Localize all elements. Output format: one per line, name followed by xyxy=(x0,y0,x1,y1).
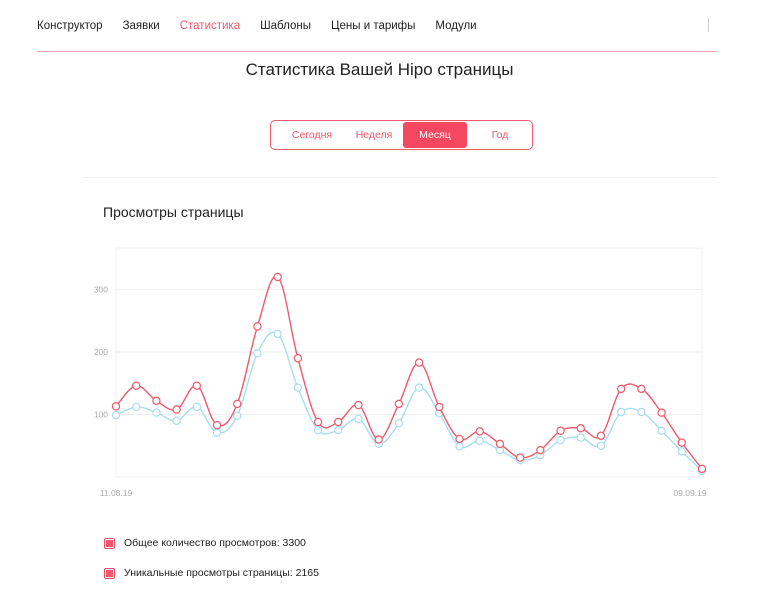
point-total[interactable] xyxy=(212,420,222,430)
nav-item-templates[interactable]: Шаблоны xyxy=(260,20,311,32)
tab-month[interactable]: Месяц xyxy=(403,122,467,148)
legend-total-swatch[interactable] xyxy=(104,537,115,549)
point-total[interactable] xyxy=(334,417,343,427)
nav-item-constructor[interactable]: Конструктор xyxy=(37,20,103,32)
nav-divider xyxy=(708,18,709,32)
top-nav: Конструктор Заявки Статистика Шаблоны Це… xyxy=(37,0,717,52)
point-unique[interactable] xyxy=(677,447,686,456)
point-total[interactable] xyxy=(677,438,686,447)
point-total[interactable] xyxy=(495,439,505,449)
period-tabs: Сегодня Неделя Месяц Год xyxy=(270,120,533,150)
point-total[interactable] xyxy=(273,272,282,282)
legend-unique-label: Уникальные просмотры страницы: 2165 xyxy=(124,567,319,579)
nav-item-requests[interactable]: Заявки xyxy=(123,20,160,32)
point-unique[interactable] xyxy=(596,441,606,450)
series-line-unique xyxy=(115,331,703,472)
point-unique[interactable] xyxy=(293,383,303,392)
nav-underline xyxy=(37,51,717,52)
point-total[interactable] xyxy=(475,427,484,436)
point-unique[interactable] xyxy=(354,414,363,424)
point-total[interactable] xyxy=(616,384,626,394)
point-total[interactable] xyxy=(374,435,383,444)
legend-total-label: Общее количество просмотров: 3300 xyxy=(124,537,306,549)
nav-item-pricing[interactable]: Цены и тарифы xyxy=(331,20,415,32)
point-unique[interactable] xyxy=(132,402,141,412)
point-total[interactable] xyxy=(192,381,202,390)
legend-unique-swatch[interactable] xyxy=(104,567,115,579)
point-total[interactable] xyxy=(455,434,464,444)
point-unique[interactable] xyxy=(616,407,626,417)
point-total[interactable] xyxy=(435,402,444,412)
point-total[interactable] xyxy=(576,424,585,433)
point-total[interactable] xyxy=(414,358,424,367)
point-unique[interactable] xyxy=(475,436,484,445)
y-tick-label: 200 xyxy=(94,347,108,357)
point-total[interactable] xyxy=(637,384,646,394)
page-views-chart: 100 200 300 11.08.19 09.09.19 xyxy=(94,247,707,498)
point-total[interactable] xyxy=(354,400,363,410)
point-unique[interactable] xyxy=(394,419,404,428)
tab-year[interactable]: Год xyxy=(467,121,533,149)
point-total[interactable] xyxy=(596,431,606,440)
point-unique[interactable] xyxy=(172,416,181,425)
point-unique[interactable] xyxy=(576,433,585,442)
point-total[interactable] xyxy=(313,417,323,427)
section-divider xyxy=(82,177,716,178)
tab-week[interactable]: Неделя xyxy=(341,121,407,149)
tab-today[interactable]: Сегодня xyxy=(279,121,345,149)
point-unique[interactable] xyxy=(253,349,262,358)
point-total[interactable] xyxy=(152,396,161,405)
point-unique[interactable] xyxy=(657,426,666,435)
point-unique[interactable] xyxy=(414,383,424,392)
point-unique[interactable] xyxy=(273,329,282,339)
point-total[interactable] xyxy=(172,405,181,414)
point-unique[interactable] xyxy=(212,428,222,437)
legend-total: Общее количество просмотров: 3300 xyxy=(104,537,306,549)
x-end-label: 09.09.19 xyxy=(673,488,706,498)
point-total[interactable] xyxy=(657,408,666,417)
point-unique[interactable] xyxy=(111,410,121,420)
point-total[interactable] xyxy=(515,453,525,462)
point-total[interactable] xyxy=(233,399,242,409)
point-total[interactable] xyxy=(111,402,121,411)
y-tick-label: 100 xyxy=(94,410,108,420)
point-total[interactable] xyxy=(293,354,303,363)
point-unique[interactable] xyxy=(152,408,161,417)
point-unique[interactable] xyxy=(313,425,323,435)
legend-unique: Уникальные просмотры страницы: 2165 xyxy=(104,567,319,579)
point-unique[interactable] xyxy=(556,435,565,445)
nav-item-modules[interactable]: Модули xyxy=(435,20,476,32)
point-unique[interactable] xyxy=(192,402,202,412)
point-unique[interactable] xyxy=(455,442,464,451)
series-line-total xyxy=(115,275,703,470)
point-unique[interactable] xyxy=(233,411,242,420)
x-start-label: 11.08.19 xyxy=(100,488,133,498)
y-tick-label: 300 xyxy=(94,285,108,295)
point-total[interactable] xyxy=(253,322,262,331)
point-total[interactable] xyxy=(132,381,141,390)
point-unique[interactable] xyxy=(334,425,343,435)
point-total[interactable] xyxy=(556,426,565,435)
point-unique[interactable] xyxy=(637,407,646,417)
plot-frame xyxy=(115,247,703,478)
nav-item-statistics[interactable]: Статистика xyxy=(180,20,240,32)
chart-title: Просмотры страницы xyxy=(103,204,244,220)
page-title: Статистика Вашей Hipo страницы xyxy=(245,60,514,79)
point-total[interactable] xyxy=(697,464,707,474)
point-total[interactable] xyxy=(394,399,404,409)
point-total[interactable] xyxy=(536,445,545,455)
